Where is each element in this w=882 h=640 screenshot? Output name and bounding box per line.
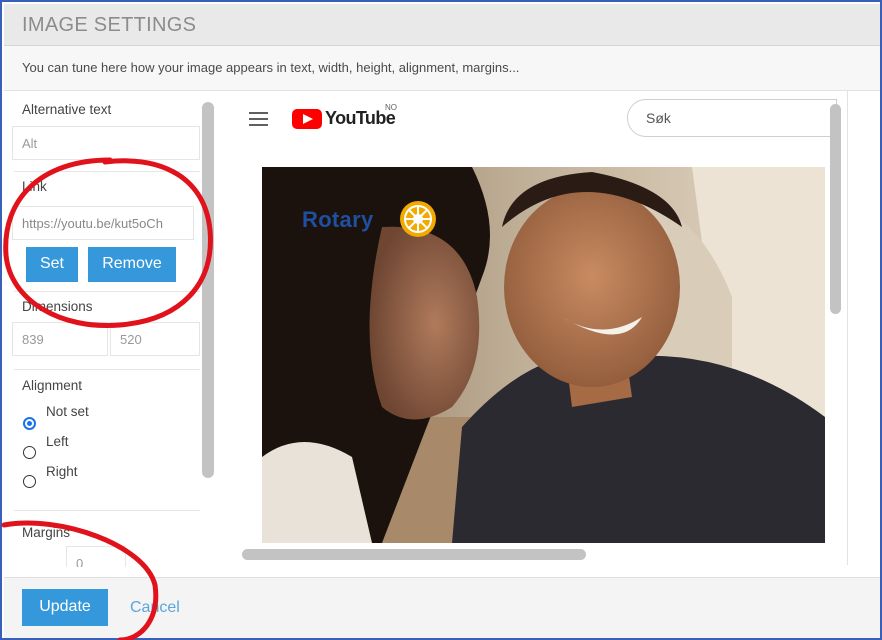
youtube-logo-icon — [292, 109, 322, 129]
youtube-header: YouTube NO Søk — [220, 91, 847, 147]
cancel-link[interactable]: Cancel — [130, 599, 180, 617]
search-placeholder: Søk — [646, 110, 671, 126]
settings-scrollbar[interactable] — [202, 102, 214, 478]
dialog-footer: Update Cancel — [4, 577, 880, 638]
alt-text-label: Alternative text — [22, 102, 112, 117]
dialog-description-bar: You can tune here how your image appears… — [4, 46, 880, 91]
image-preview: YouTube NO Søk Rotary — [220, 91, 848, 565]
settings-panel: Alternative text Alt Link https://youtu.… — [4, 91, 200, 567]
set-button[interactable]: Set — [26, 247, 78, 282]
alignment-option-label: Left — [46, 434, 69, 449]
youtube-search-box: Søk — [627, 99, 837, 137]
remove-button[interactable]: Remove — [88, 247, 176, 282]
hamburger-menu-icon — [249, 112, 268, 126]
width-input[interactable]: 839 — [12, 322, 108, 356]
alignment-label: Alignment — [22, 378, 83, 393]
divider — [14, 291, 200, 292]
rotary-wheel-icon — [400, 201, 436, 237]
country-code: NO — [385, 103, 397, 112]
alt-text-input[interactable]: Alt — [12, 126, 200, 160]
alignment-not-set-radio[interactable] — [23, 417, 36, 430]
alignment-right-radio[interactable] — [23, 475, 36, 488]
divider — [14, 510, 200, 511]
alignment-option-label: Not set — [46, 404, 89, 419]
dialog-description: You can tune here how your image appears… — [22, 60, 520, 75]
dialog-header: IMAGE SETTINGS — [4, 4, 880, 46]
video-thumbnail: Rotary — [262, 167, 825, 543]
margin-top-input[interactable]: 0 — [66, 546, 126, 567]
preview-vertical-scrollbar[interactable] — [830, 104, 841, 314]
dimensions-label: Dimensions — [22, 299, 93, 314]
update-button[interactable]: Update — [22, 589, 108, 626]
margins-label: Margins — [22, 525, 71, 540]
rotary-logo-text: Rotary — [302, 207, 374, 232]
alignment-left-radio[interactable] — [23, 446, 36, 459]
dialog-title: IMAGE SETTINGS — [22, 14, 197, 36]
height-input[interactable]: 520 — [110, 322, 200, 356]
link-label: Link — [22, 179, 47, 194]
divider — [14, 171, 200, 172]
alignment-option-label: Right — [46, 464, 78, 479]
link-input[interactable]: https://youtu.be/kut5oCh — [12, 206, 194, 240]
divider — [14, 369, 200, 370]
image-settings-dialog: IMAGE SETTINGS You can tune here how you… — [0, 0, 882, 640]
preview-horizontal-scrollbar[interactable] — [242, 549, 586, 560]
